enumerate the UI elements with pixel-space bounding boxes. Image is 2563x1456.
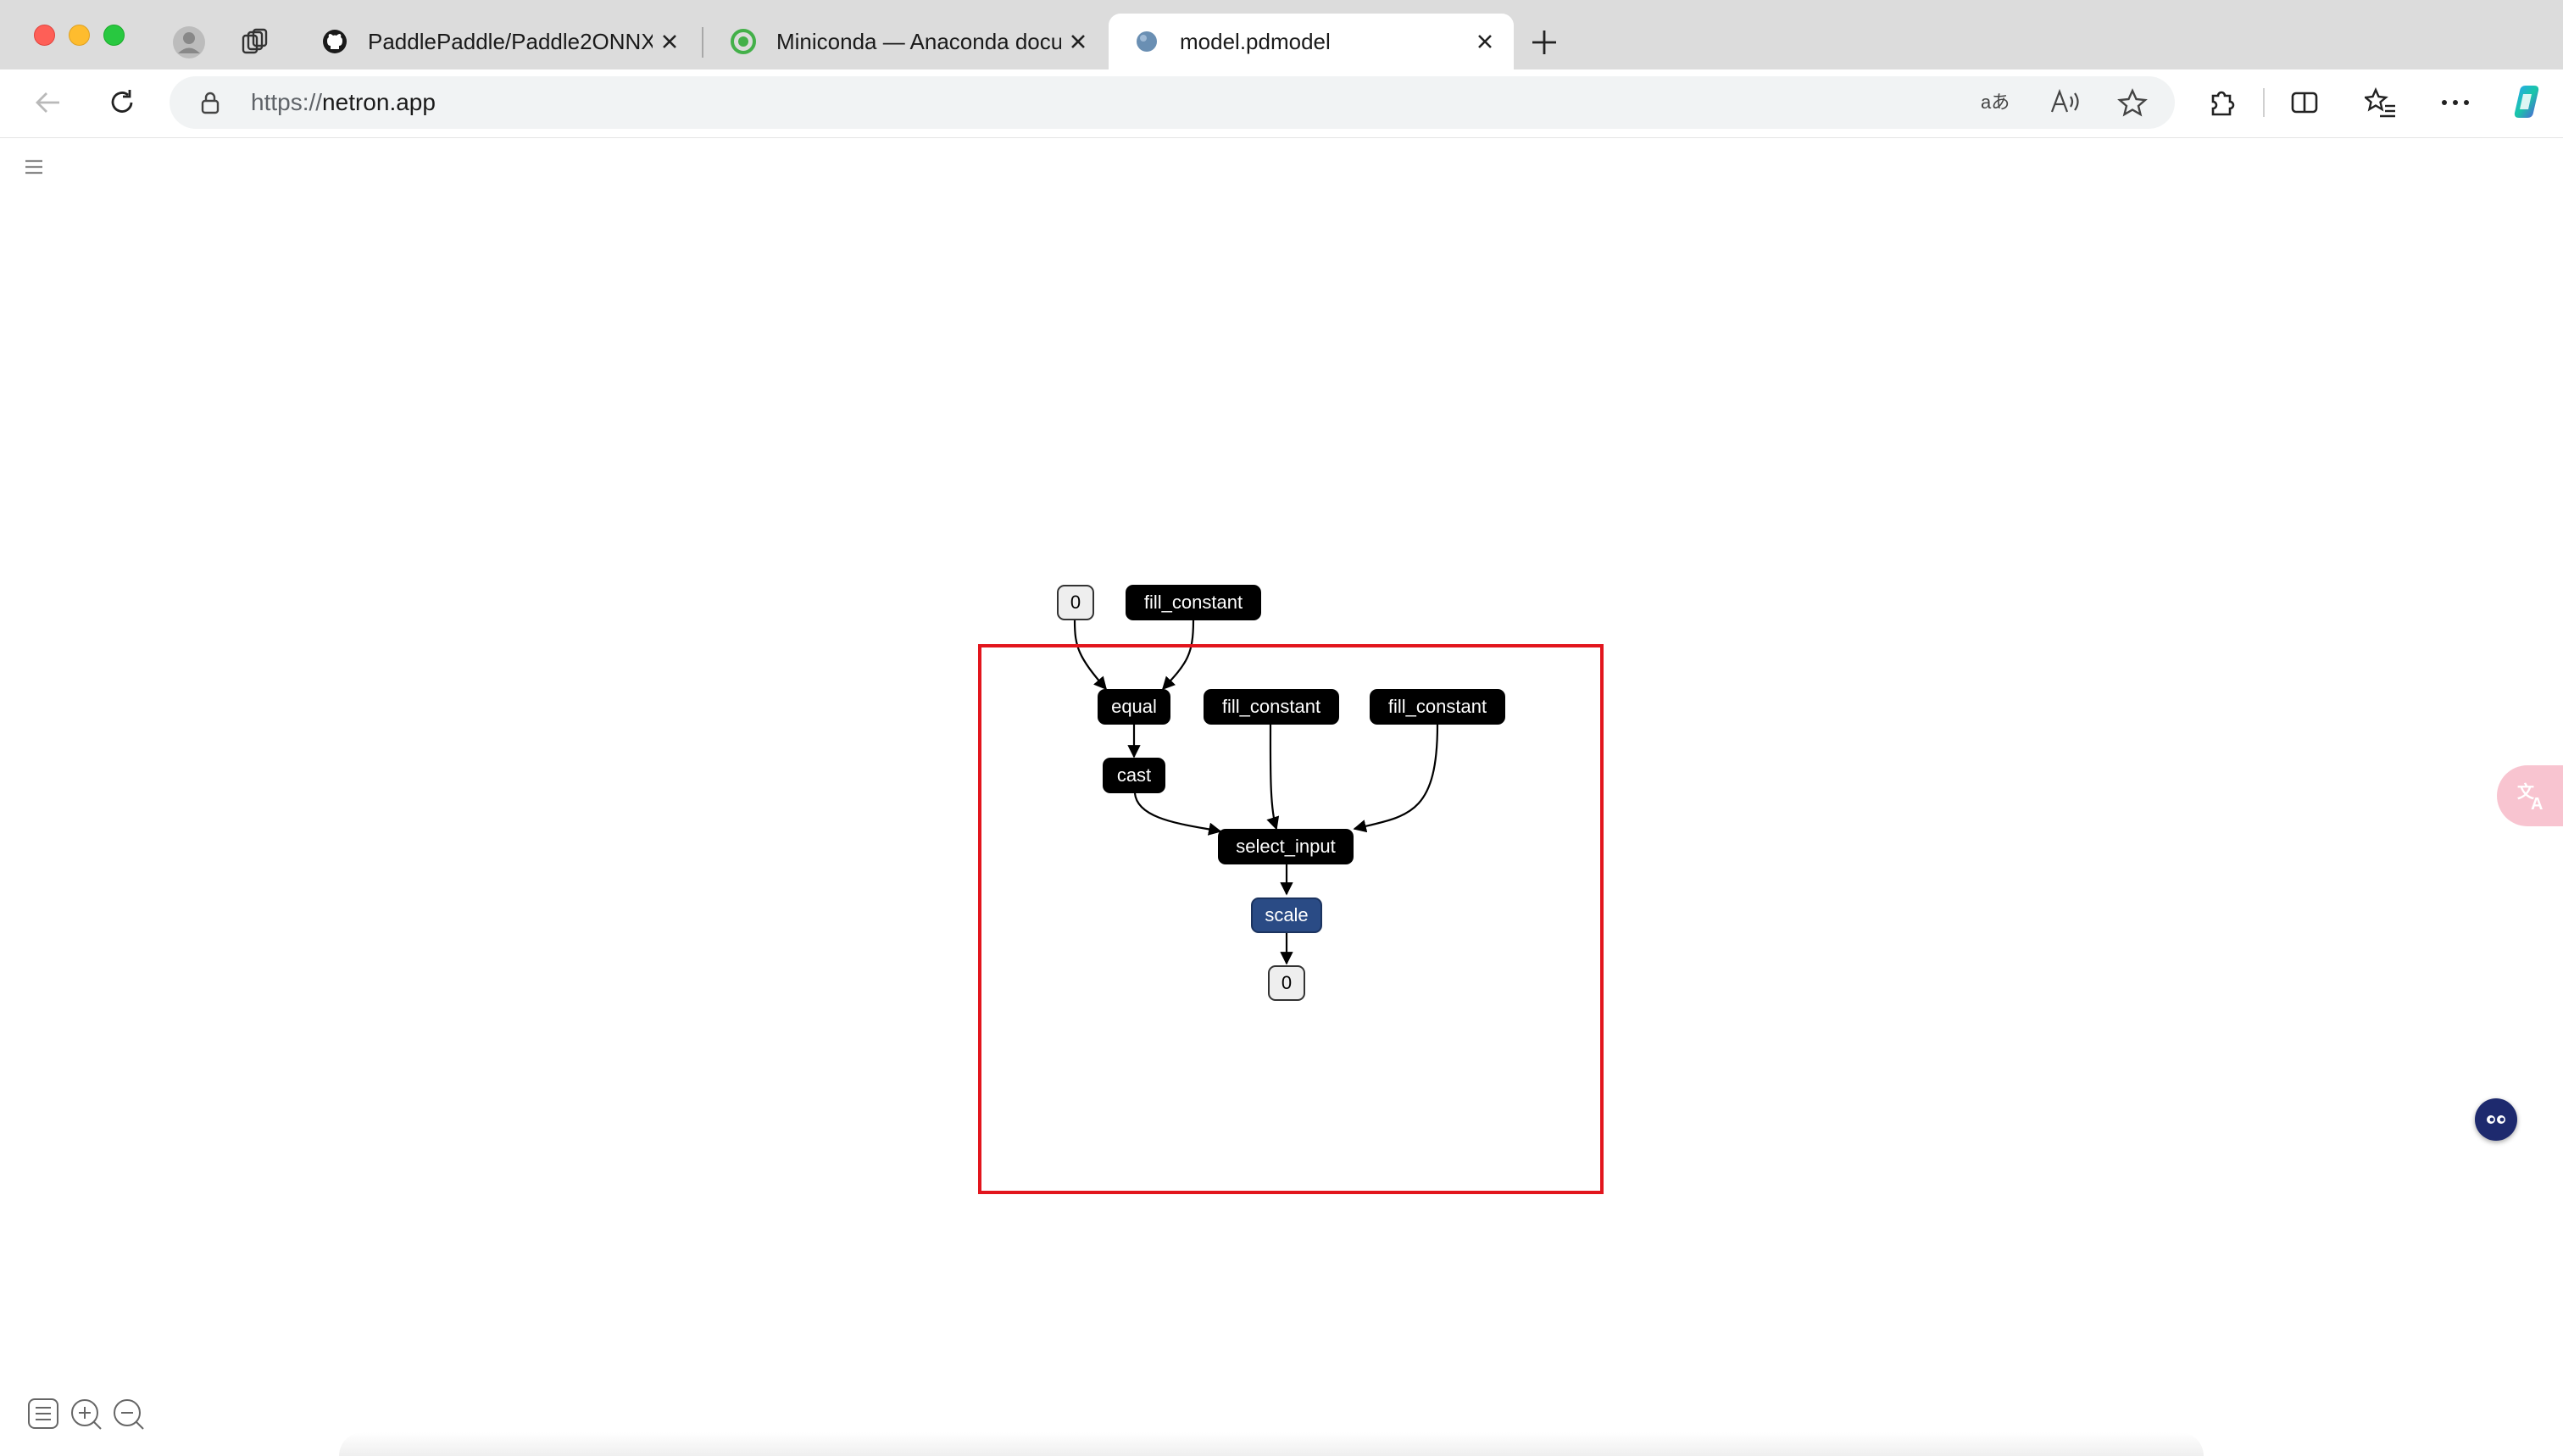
plus-icon (1532, 31, 1556, 54)
graph-node-cast[interactable]: cast (1103, 758, 1165, 793)
browser-toolbar: https://netron.app aあ (0, 69, 2563, 137)
anaconda-icon (731, 29, 756, 54)
more-icon (2442, 100, 2469, 105)
zoom-out-icon[interactable] (112, 1398, 146, 1436)
toolbar-divider (2263, 88, 2265, 117)
split-screen-button[interactable] (2285, 81, 2324, 124)
close-window-button[interactable] (34, 25, 55, 46)
extensions-button[interactable] (2202, 81, 2241, 124)
close-tab-icon[interactable] (1061, 25, 1095, 58)
minimize-window-button[interactable] (69, 25, 90, 46)
zoom-in-icon[interactable] (69, 1398, 103, 1436)
copilot-icon (2514, 86, 2539, 118)
url-text[interactable]: https://netron.app (251, 89, 436, 116)
split-screen-icon (2291, 92, 2318, 114)
reload-icon (111, 90, 133, 113)
tab-paddle2onnx[interactable]: PaddlePaddle/Paddle2ONNX: O (297, 14, 698, 69)
tab-title: model.pdmodel (1180, 28, 1331, 54)
translate-icon[interactable]: aあ (1980, 88, 2012, 121)
graph-node-equal[interactable]: equal (1098, 689, 1170, 725)
url-host: netron.app (322, 89, 436, 115)
favorite-icon[interactable] (2117, 88, 2148, 121)
close-tab-icon[interactable] (1468, 25, 1502, 58)
back-icon (36, 92, 59, 113)
address-bar[interactable]: https://netron.app aあ (170, 76, 2175, 129)
extensions-icon (2211, 91, 2235, 116)
favorites-button[interactable] (2361, 81, 2400, 124)
close-tab-icon[interactable] (653, 25, 687, 58)
list-icon[interactable] (27, 1398, 59, 1434)
profile-avatar-icon[interactable] (170, 24, 208, 61)
graph-node-scale[interactable]: scale (1251, 897, 1322, 933)
netron-globe-icon (1134, 29, 1159, 54)
browser-window: PaddlePaddle/Paddle2ONNX: O Miniconda — … (0, 0, 2563, 1456)
tab-separator (702, 27, 703, 58)
assistant-bubble[interactable] (2475, 1098, 2517, 1141)
zoom-window-button[interactable] (103, 25, 125, 46)
netron-canvas[interactable]: 0 fill_constant equal fill_constant fill… (0, 137, 2563, 1456)
github-icon (322, 29, 347, 54)
graph-node-input-0[interactable]: 0 (1057, 585, 1094, 620)
tab-title: PaddlePaddle/Paddle2ONNX: O (368, 28, 653, 54)
graph-node-select-input[interactable]: select_input (1218, 829, 1354, 864)
workspaces-icon[interactable] (238, 25, 272, 59)
tab-model-pdmodel[interactable]: model.pdmodel (1109, 14, 1514, 69)
lock-icon[interactable] (200, 90, 220, 119)
svg-text:aあ: aあ (1981, 92, 2010, 113)
graph-node-fill-constant[interactable]: fill_constant (1370, 689, 1505, 725)
eyes-icon (2487, 1115, 2505, 1124)
tab-strip: PaddlePaddle/Paddle2ONNX: O Miniconda — … (0, 0, 2563, 75)
translate-widget-icon: 文A (2517, 781, 2543, 813)
tab-title: Miniconda — Anaconda docume (776, 28, 1061, 54)
more-button[interactable] (2436, 81, 2475, 124)
bottom-shadow (339, 1432, 2204, 1456)
graph-node-fill-constant[interactable]: fill_constant (1126, 585, 1261, 620)
new-tab-button[interactable] (1526, 24, 1563, 61)
copilot-button[interactable] (2505, 80, 2548, 124)
tab-miniconda[interactable]: Miniconda — Anaconda docume (705, 14, 1107, 69)
translate-widget[interactable]: 文A (2497, 765, 2563, 826)
favorites-icon (2365, 87, 2395, 118)
reload-button[interactable] (103, 83, 142, 122)
graph-node-output-0[interactable]: 0 (1268, 965, 1305, 1001)
svg-text:A: A (2531, 795, 2543, 813)
url-scheme: https:// (251, 89, 323, 115)
graph-node-fill-constant[interactable]: fill_constant (1204, 689, 1339, 725)
read-aloud-icon[interactable] (2049, 88, 2082, 121)
back-button[interactable] (29, 83, 68, 122)
